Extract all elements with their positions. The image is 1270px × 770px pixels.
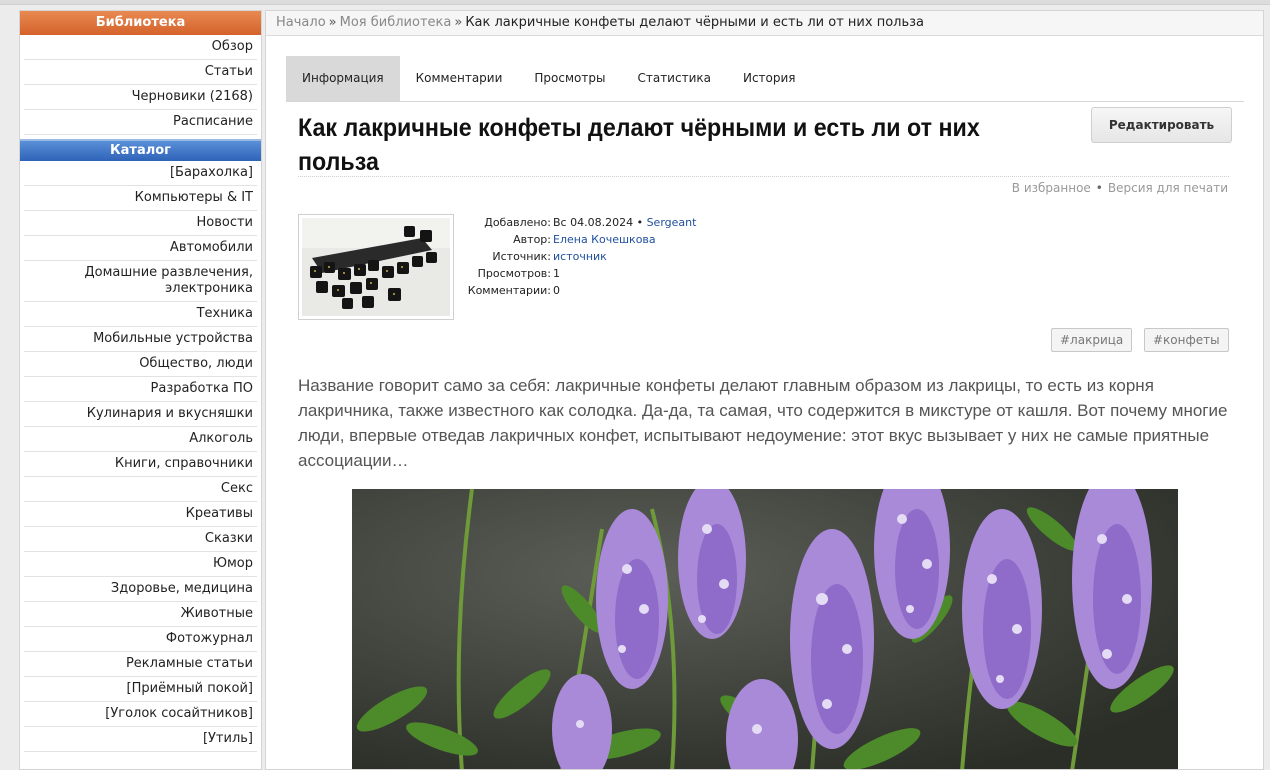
- tab-information[interactable]: Информация: [286, 56, 400, 101]
- catalog-item-computers[interactable]: Компьютеры & IT: [24, 186, 257, 211]
- catalog-item-ads[interactable]: Рекламные статьи: [24, 652, 257, 677]
- catalog-item-creatives[interactable]: Креативы: [24, 502, 257, 527]
- meta-added-value: Вс 04.08.2024: [553, 216, 634, 229]
- catalog-item-junk[interactable]: [Утиль]: [24, 727, 257, 752]
- catalog-item-humor[interactable]: Юмор: [24, 552, 257, 577]
- library-header: Библиотека: [20, 11, 261, 35]
- catalog-item-mobile[interactable]: Мобильные устройства: [24, 327, 257, 352]
- meta-added-user[interactable]: Sergeant: [647, 216, 697, 229]
- catalog-header: Каталог: [20, 139, 261, 161]
- licorice-candies-image: [302, 218, 450, 316]
- title-divider: [298, 176, 1229, 177]
- meta-comments-value: 0: [553, 284, 560, 297]
- catalog-item-cosite-corner[interactable]: [Уголок сосайтников]: [24, 702, 257, 727]
- tag-candies[interactable]: #конфеты: [1144, 328, 1229, 352]
- catalog-item-news[interactable]: Новости: [24, 211, 257, 236]
- catalog-item-tales[interactable]: Сказки: [24, 527, 257, 552]
- article-photo: [352, 489, 1178, 769]
- meta-views-label: Просмотров:: [477, 267, 551, 280]
- catalog-item-health[interactable]: Здоровье, медицина: [24, 577, 257, 602]
- catalog-item-books[interactable]: Книги, справочники: [24, 452, 257, 477]
- sidebar-item-articles[interactable]: Статьи: [24, 60, 257, 85]
- catalog-item-animals[interactable]: Животные: [24, 602, 257, 627]
- top-border: [0, 0, 1270, 5]
- breadcrumb-library[interactable]: Моя библиотека: [340, 15, 452, 30]
- meta-source-link[interactable]: источник: [553, 250, 607, 263]
- page-title: Как лакричные конфеты делают чёрными и е…: [298, 114, 980, 176]
- catalog-item-photojournal[interactable]: Фотожурнал: [24, 627, 257, 652]
- article-intro: Название говорит само за себя: лакричные…: [298, 376, 1228, 470]
- print-version-link[interactable]: Версия для печати: [1108, 181, 1228, 195]
- licorice-flowers-image: [352, 489, 1178, 769]
- catalog-menu: [Барахолка] Компьютеры & IT Новости Авто…: [20, 161, 261, 752]
- meta-author-value[interactable]: Елена Кочешкова: [553, 233, 656, 246]
- catalog-item-cooking[interactable]: Кулинария и вкусняшки: [24, 402, 257, 427]
- catalog-item-society[interactable]: Общество, люди: [24, 352, 257, 377]
- meta-added-label: Добавлено:: [484, 216, 551, 229]
- meta-source-label: Источник:: [492, 250, 551, 263]
- library-menu: Обзор Статьи Черновики (2168) Расписание: [20, 35, 261, 135]
- sidebar: Библиотека Обзор Статьи Черновики (2168)…: [19, 10, 262, 770]
- sidebar-item-drafts[interactable]: Черновики (2168): [24, 85, 257, 110]
- tab-comments[interactable]: Комментарии: [400, 56, 519, 101]
- tab-views[interactable]: Просмотры: [518, 56, 621, 101]
- tag-licorice[interactable]: #лакрица: [1051, 328, 1133, 352]
- main-content: Начало» Моя библиотека» Как лакричные конф…: [265, 10, 1264, 770]
- sidebar-item-overview[interactable]: Обзор: [24, 35, 257, 60]
- breadcrumb-home[interactable]: Начало: [276, 15, 326, 30]
- catalog-item-sex[interactable]: Секс: [24, 477, 257, 502]
- breadcrumb: Начало» Моя библиотека» Как лакричные конф…: [266, 11, 1263, 36]
- catalog-item-technics[interactable]: Техника: [24, 302, 257, 327]
- meta-views-value: 1: [553, 267, 560, 280]
- sidebar-item-schedule[interactable]: Расписание: [24, 110, 257, 135]
- catalog-item-alcohol[interactable]: Алкоголь: [24, 427, 257, 452]
- catalog-item-software-dev[interactable]: Разработка ПО: [24, 377, 257, 402]
- catalog-item-cars[interactable]: Автомобили: [24, 236, 257, 261]
- tab-bar: Информация Комментарии Просмотры Статист…: [286, 56, 1244, 102]
- tab-statistics[interactable]: Статистика: [621, 56, 727, 101]
- tab-history[interactable]: История: [727, 56, 812, 101]
- breadcrumb-current: Как лакричные конфеты делают чёрными и е…: [465, 15, 924, 30]
- article-actions: В избранное • Версия для печати: [1011, 181, 1228, 195]
- edit-button[interactable]: Редактировать: [1091, 107, 1232, 143]
- catalog-item-flea-market[interactable]: [Барахолка]: [24, 161, 257, 186]
- meta-comments-label: Комментарии:: [467, 284, 551, 297]
- article-thumbnail[interactable]: [298, 214, 454, 320]
- article-meta: Добавлено: Вс 04.08.2024 • Sergeant Авто…: [456, 214, 697, 299]
- catalog-item-reception[interactable]: [Приёмный покой]: [24, 677, 257, 702]
- catalog-item-home-entertainment[interactable]: Домашние развлечения, электроника: [24, 261, 257, 302]
- favorite-link[interactable]: В избранное: [1012, 181, 1091, 195]
- meta-author-label: Автор:: [513, 233, 551, 246]
